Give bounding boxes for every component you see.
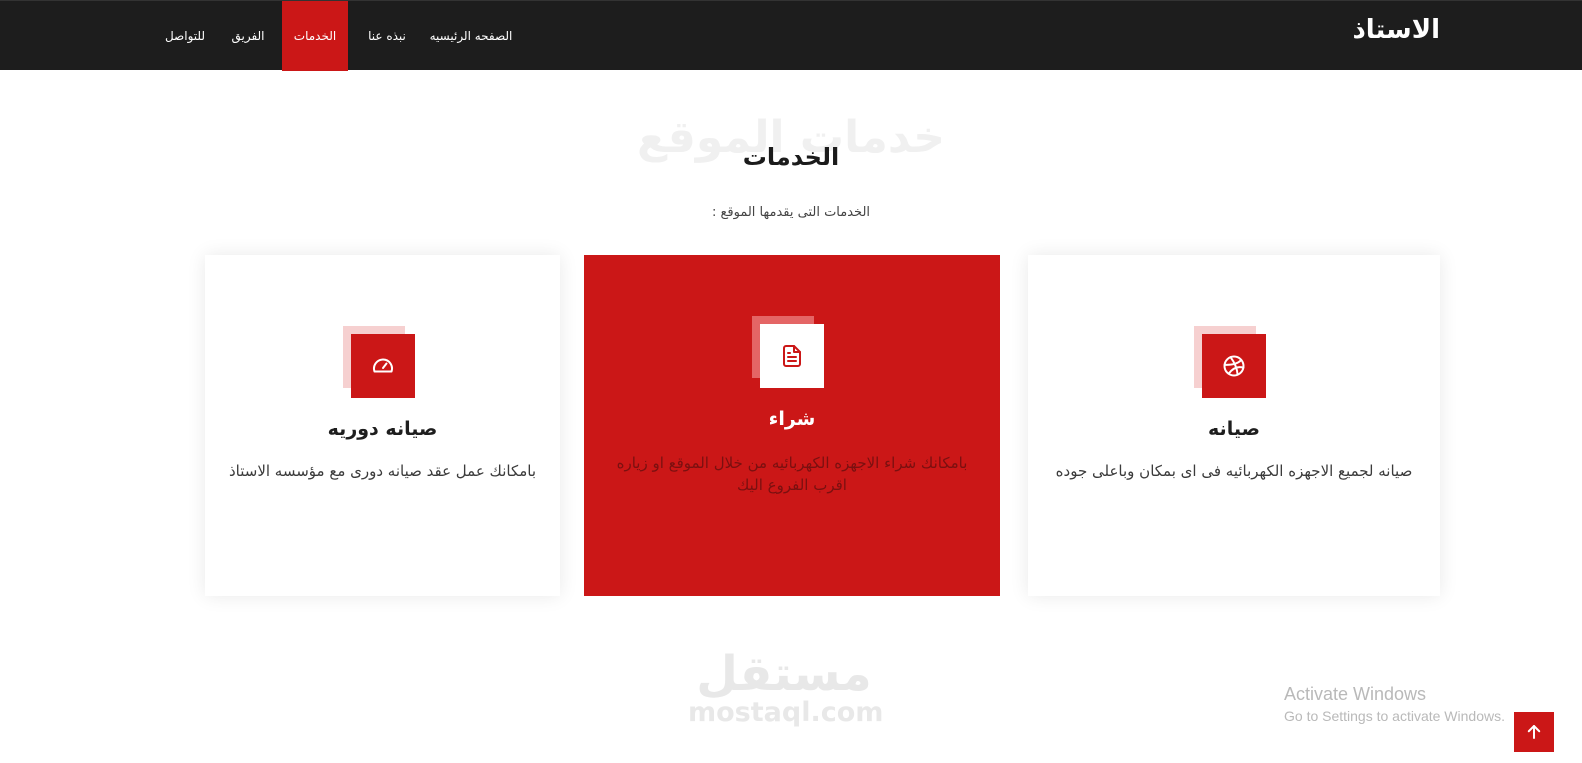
nav-item-home[interactable]: الصفحه الرئيسيه xyxy=(428,1,514,71)
scroll-to-top-button[interactable] xyxy=(1514,712,1554,752)
service-card-periodic-maintenance[interactable]: صيانه دوريه بامكانك عمل عقد صيانه دورى م… xyxy=(205,255,560,596)
service-card-maintenance[interactable]: صيانه صيانه لجميع الاجهزه الكهربائيه فى … xyxy=(1028,255,1440,596)
watermark-latin: mostaql.com xyxy=(688,697,884,728)
section-subtitle: الخدمات التى يقدمها الموقع : xyxy=(711,205,871,220)
card-description: بامكانك عمل عقد صيانه دورى مع مؤسسه الاس… xyxy=(228,462,537,480)
document-icon xyxy=(760,324,824,388)
site-brand[interactable]: الاستاذ xyxy=(1352,15,1440,45)
card-description: صيانه لجميع الاجهزه الكهربائيه فى اى بمك… xyxy=(1055,462,1413,480)
dribbble-icon xyxy=(1202,334,1266,398)
mostaql-watermark: مستقل mostaql.com xyxy=(688,646,884,728)
navbar: الاستاذ الصفحه الرئيسيه نبذه عنا الخدمات… xyxy=(0,0,1582,71)
watermark-arabic: مستقل xyxy=(696,646,872,702)
card-title: صيانه دوريه xyxy=(327,418,438,440)
card-title: صيانه xyxy=(1208,418,1260,440)
service-card-purchase[interactable]: شراء بامكانك شراء الاجهزه الكهربائيه من … xyxy=(584,255,1000,596)
windows-activation-notice: Activate Windows Go to Settings to activ… xyxy=(1284,684,1505,724)
section-title: الخدمات xyxy=(742,143,840,171)
arrow-up-icon xyxy=(1527,725,1541,739)
activation-title: Activate Windows xyxy=(1284,684,1427,704)
nav-item-team[interactable]: الفريق xyxy=(222,1,274,71)
nav-item-about[interactable]: نبذه عنا xyxy=(352,1,422,71)
card-title: شراء xyxy=(768,408,816,430)
nav-item-contact[interactable]: للتواصل xyxy=(154,1,216,71)
nav-item-services[interactable]: الخدمات xyxy=(282,1,348,71)
activation-subtitle: Go to Settings to activate Windows. xyxy=(1284,708,1505,724)
speedometer-icon xyxy=(351,334,415,398)
card-description: بامكانك شراء الاجهزه الكهربائيه من خلال … xyxy=(616,454,968,494)
